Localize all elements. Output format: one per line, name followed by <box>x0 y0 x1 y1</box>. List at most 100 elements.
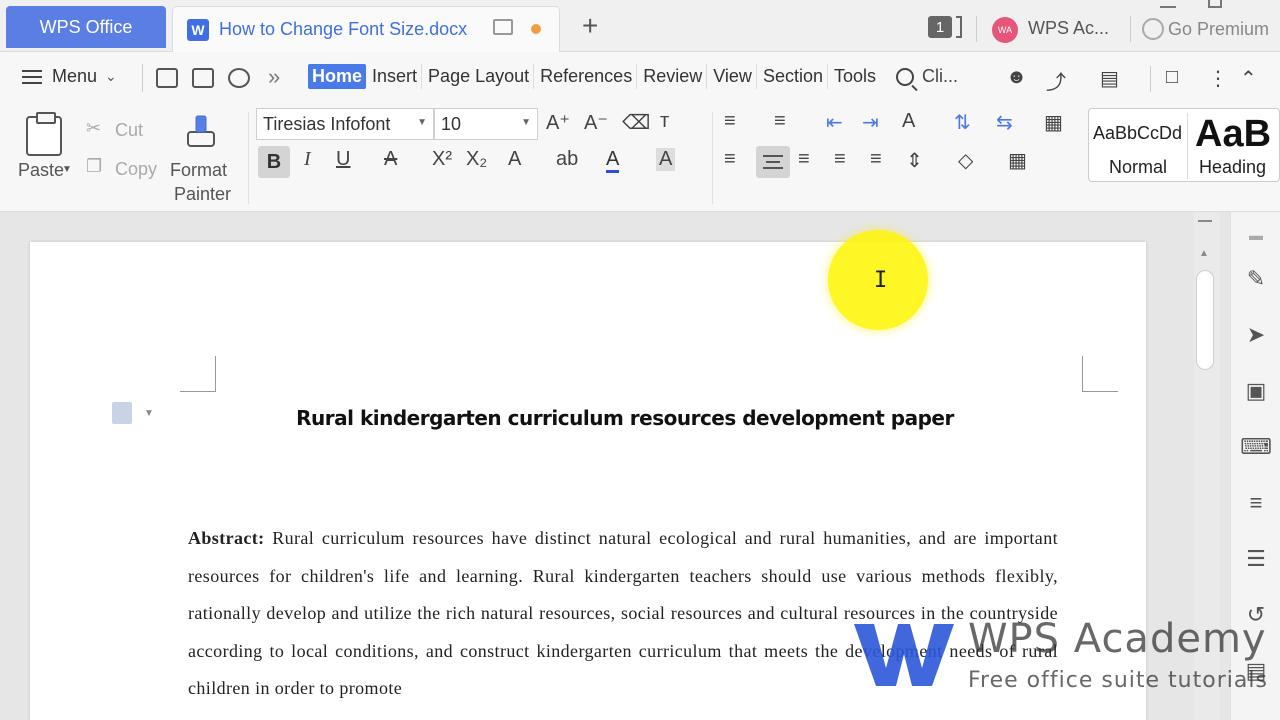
outline-icon[interactable]: ≡ <box>1243 490 1269 516</box>
watermark-subtitle: Free office suite tutorials <box>968 668 1268 693</box>
window-count-badge[interactable]: 1 <box>928 16 952 38</box>
borders-icon[interactable]: ▦ <box>1008 148 1027 173</box>
command-search[interactable]: Cli... <box>896 66 958 87</box>
paste-icon[interactable] <box>26 112 62 156</box>
paste-dropdown-icon[interactable]: ▼ <box>62 164 72 175</box>
align-left-icon[interactable]: ≡ <box>724 148 736 171</box>
phonetic-guide-icon[interactable]: ᴛ <box>660 110 669 133</box>
more-tools-icon[interactable]: » <box>268 64 280 90</box>
distributed-align-icon[interactable]: ≡ <box>870 148 882 171</box>
user-name[interactable]: WPS Ac... <box>1028 18 1109 39</box>
unsaved-dot-icon <box>531 24 541 34</box>
main-menu-button[interactable]: Menu ⌄ <box>22 66 117 87</box>
underline-button[interactable]: U <box>336 148 350 171</box>
tab-home[interactable]: Home <box>308 64 367 89</box>
font-color-icon[interactable]: A <box>606 148 620 173</box>
code-icon[interactable]: ⌨ <box>1240 434 1272 460</box>
chevron-down-icon: ▼ <box>521 117 531 128</box>
cut-icon[interactable]: ✂ <box>86 118 101 139</box>
strikethrough-button[interactable]: A <box>384 148 397 171</box>
search-icon <box>896 67 914 86</box>
minimize-icon[interactable] <box>1160 0 1176 8</box>
tab-references[interactable]: References <box>538 64 638 89</box>
document-tab-title: How to Change Font Size.docx <box>219 19 468 39</box>
show-hide-marks-icon[interactable]: ⇆ <box>996 110 1013 135</box>
increase-indent-icon[interactable]: ⇥ <box>862 110 879 135</box>
format-painter-quick-icon[interactable] <box>228 68 250 88</box>
tab-tools[interactable]: Tools <box>832 64 880 89</box>
bold-button[interactable]: B <box>258 146 290 178</box>
format-painter-label-1[interactable]: Format <box>170 160 227 181</box>
watermark-title: WPS Academy <box>968 616 1267 662</box>
character-shading-icon[interactable]: A <box>656 148 676 171</box>
document-tab[interactable]: W How to Change Font Size.docx <box>172 6 560 52</box>
text-cursor-icon: I <box>874 268 888 293</box>
tab-page-layout[interactable]: Page Layout <box>426 64 535 89</box>
line-spacing-icon[interactable]: ⇕ <box>906 148 923 173</box>
bullets-icon[interactable]: ≡ <box>724 110 736 133</box>
insert-frame-icon[interactable]: ▤ <box>1100 66 1119 91</box>
decrease-font-size-icon[interactable]: A⁻ <box>584 110 608 135</box>
adjust-sliders-icon[interactable]: ☰ <box>1243 546 1269 572</box>
document-title[interactable]: Rural kindergarten curriculum resources … <box>0 406 1250 430</box>
text-effects-icon[interactable]: A <box>508 148 521 171</box>
sort-icon[interactable]: ⇅ <box>954 110 971 135</box>
style-heading-label[interactable]: Heading <box>1199 157 1266 178</box>
increase-font-size-icon[interactable]: A⁺ <box>546 110 570 135</box>
paste-button[interactable]: Paste <box>18 160 64 181</box>
sidebar-handle-icon[interactable]: ▬ <box>1243 222 1269 248</box>
share-user-icon[interactable]: ☻ <box>1006 66 1027 89</box>
align-right-icon[interactable]: ≡ <box>798 148 810 171</box>
tab-insert[interactable]: Insert <box>370 64 423 89</box>
clear-formatting-icon[interactable]: ⌫ <box>622 110 650 135</box>
new-tab-plus-icon[interactable]: + <box>582 10 598 42</box>
divider <box>1187 113 1188 179</box>
align-center-button[interactable] <box>756 146 790 178</box>
comment-icon[interactable]: □ <box>1166 66 1178 89</box>
format-painter-label-2[interactable]: Painter <box>174 184 231 205</box>
font-name-select[interactable]: Tiresias Infofont ▼ <box>256 108 434 140</box>
select-pointer-icon[interactable]: ➤ <box>1243 322 1269 348</box>
wps-office-tab[interactable]: WPS Office <box>6 6 166 48</box>
lock-icon[interactable]: ▣ <box>1243 378 1269 404</box>
home-ribbon: Paste ▼ ✂ Cut ❐ Copy Format Painter Tire… <box>0 106 1280 212</box>
save-icon[interactable] <box>192 68 214 88</box>
scroll-thumb[interactable] <box>1196 270 1214 370</box>
decrease-indent-icon[interactable]: ⇤ <box>826 110 843 135</box>
highlight-icon[interactable]: ab <box>556 148 578 171</box>
scroll-top-icon[interactable] <box>1198 220 1212 230</box>
command-search-label: Cli... <box>922 66 958 86</box>
user-avatar[interactable]: WA <box>992 17 1018 43</box>
go-premium-button[interactable]: Go Premium <box>1142 18 1269 40</box>
paragraph-shading-icon[interactable]: ◇ <box>958 148 973 173</box>
superscript-button[interactable]: X² <box>432 148 452 171</box>
scroll-up-icon[interactable]: ▲ <box>1199 248 1209 259</box>
italic-button[interactable]: I <box>304 148 311 171</box>
margin-marker-top-left <box>180 356 216 392</box>
tab-review[interactable]: Review <box>641 64 708 89</box>
format-painter-icon[interactable] <box>184 114 218 154</box>
title-bar: WPS Office W How to Change Font Size.doc… <box>0 0 1280 52</box>
tab-section[interactable]: Section <box>761 64 828 89</box>
subscript-button[interactable]: X₂ <box>466 148 487 171</box>
monitor-icon[interactable] <box>493 19 513 35</box>
table-layout-icon[interactable]: ▦ <box>1044 110 1063 135</box>
cut-button[interactable]: Cut <box>115 120 143 141</box>
style-normal-label[interactable]: Normal <box>1109 157 1167 178</box>
edit-pen-icon[interactable]: ✎ <box>1243 266 1269 292</box>
export-icon[interactable]: ⤴ <box>1046 66 1066 95</box>
open-folder-icon[interactable] <box>156 68 178 88</box>
numbering-icon[interactable]: ≡ <box>774 110 786 133</box>
tab-view[interactable]: View <box>711 64 757 89</box>
maximize-icon[interactable] <box>1208 0 1222 8</box>
style-heading-sample[interactable]: AaB <box>1195 113 1271 156</box>
copy-icon[interactable]: ❐ <box>86 156 102 177</box>
more-options-icon[interactable]: ⋮ <box>1208 66 1228 91</box>
justify-icon[interactable]: ≡ <box>834 148 846 171</box>
copy-button[interactable]: Copy <box>115 159 157 180</box>
font-size-select[interactable]: 10 ▼ <box>434 108 538 140</box>
style-normal-sample[interactable]: AaBbCcDd <box>1093 123 1182 144</box>
text-direction-icon[interactable]: A <box>902 110 915 133</box>
divider <box>248 112 249 204</box>
collapse-ribbon-icon[interactable]: ⌃ <box>1240 66 1257 91</box>
